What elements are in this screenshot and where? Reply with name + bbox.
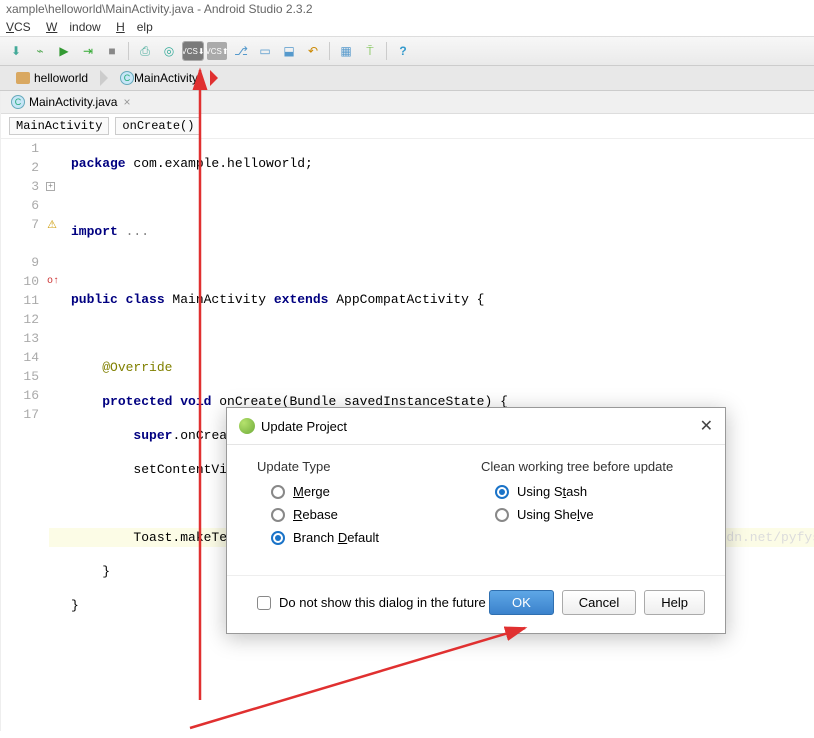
- radio-stash-label: Using Stash: [517, 484, 587, 499]
- separator-icon: [329, 42, 330, 60]
- line-number: 14: [1, 348, 39, 367]
- run-icon[interactable]: ▶: [54, 41, 74, 61]
- radio-using-shelve[interactable]: Using Shelve: [481, 507, 705, 522]
- toolbar: ⬇ ⌁ ▶ ⇥ ■ ⎙ ◎ VCS⬇ VCS⬆ ⎇ ▭ ⬓ ↶ ▦ ⍑ ?: [0, 37, 814, 66]
- dialog-footer: Do not show this dialog in the future OK…: [227, 575, 725, 633]
- breadcrumb-file-label: MainActivity: [134, 71, 198, 85]
- line-number: 2: [1, 158, 39, 177]
- do-not-show-label: Do not show this dialog in the future: [279, 595, 486, 610]
- line-number: 11: [1, 291, 39, 310]
- line-number: [1, 234, 39, 253]
- help-button[interactable]: Help: [644, 590, 705, 615]
- java-class-icon: C: [11, 95, 25, 109]
- stop-icon[interactable]: ■: [102, 41, 122, 61]
- menu-vcs[interactable]: VCS: [6, 20, 31, 34]
- structure-breadcrumb: MainActivity onCreate(): [1, 114, 814, 139]
- line-number: 17: [1, 405, 39, 424]
- make-icon[interactable]: ⬇: [6, 41, 26, 61]
- menu-help[interactable]: Help: [116, 20, 153, 34]
- breadcrumb-folder-label: helloworld: [34, 71, 88, 85]
- do-not-show-checkbox[interactable]: Do not show this dialog in the future: [257, 595, 486, 610]
- menu-bar: VCS Window Help: [0, 18, 814, 37]
- window-title: xample\helloworld\MainActivity.java - An…: [0, 0, 814, 18]
- line-gutter: 1 2 3+ 6 7⚠ 9 10o↑ 11 12 13 14 15 16 17: [1, 139, 49, 679]
- checkbox-unchecked-icon: [257, 596, 271, 610]
- line-number: 10o↑: [1, 272, 39, 291]
- update-type-group: Update Type Merge Rebase Branch Default: [257, 459, 481, 553]
- ok-button[interactable]: OK: [489, 590, 554, 615]
- update-type-label: Update Type: [257, 459, 481, 474]
- separator-icon: [128, 42, 129, 60]
- radio-icon: [271, 485, 285, 499]
- line-number: 15: [1, 367, 39, 386]
- line-number: 3+: [1, 177, 39, 196]
- vcs-commit-icon[interactable]: VCS⬆: [207, 42, 227, 60]
- radio-branch-default-label: Branch Default: [293, 530, 379, 545]
- radio-using-stash[interactable]: Using Stash: [481, 484, 705, 499]
- folder-icon: [16, 72, 30, 84]
- editor-tab[interactable]: C MainActivity.java ×: [1, 91, 814, 114]
- line-number: 7⚠: [1, 215, 39, 234]
- sdk-icon[interactable]: ⬓: [279, 41, 299, 61]
- dialog-titlebar: Update Project ✕: [227, 408, 725, 445]
- chevron-right-icon: [210, 70, 218, 86]
- sync-icon[interactable]: ◎: [159, 41, 179, 61]
- android-icon[interactable]: ⍑: [360, 41, 380, 61]
- line-number: 9: [1, 253, 39, 272]
- clean-tree-group: Clean working tree before update Using S…: [481, 459, 705, 553]
- radio-merge[interactable]: Merge: [257, 484, 481, 499]
- separator-icon: [386, 42, 387, 60]
- cancel-button[interactable]: Cancel: [562, 590, 636, 615]
- breadcrumb-file[interactable]: C MainActivity: [112, 69, 206, 87]
- avd-icon[interactable]: ▭: [255, 41, 275, 61]
- fold-icon[interactable]: +: [46, 182, 55, 191]
- close-icon[interactable]: ×: [123, 95, 130, 109]
- dialog-app-icon: [239, 418, 255, 434]
- layout-icon[interactable]: ▦: [336, 41, 356, 61]
- nav-crumb-method[interactable]: onCreate(): [115, 117, 201, 135]
- line-number: 1: [1, 139, 39, 158]
- line-number: 16: [1, 386, 39, 405]
- radio-checked-icon: [495, 485, 509, 499]
- menu-window[interactable]: Window: [46, 20, 101, 34]
- dialog-title-text: Update Project: [261, 419, 347, 434]
- line-number: 6: [1, 196, 39, 215]
- java-class-icon: C: [120, 71, 134, 85]
- radio-checked-icon: [271, 531, 285, 545]
- profile-icon[interactable]: ⇥: [78, 41, 98, 61]
- breadcrumb: helloworld C MainActivity: [0, 66, 814, 91]
- debug-icon[interactable]: ⌁: [30, 41, 50, 61]
- editor-tab-label: MainActivity.java: [29, 95, 117, 109]
- clean-tree-label: Clean working tree before update: [481, 459, 705, 474]
- breadcrumb-folder[interactable]: helloworld: [8, 69, 96, 87]
- line-number: 12: [1, 310, 39, 329]
- warning-icon: ⚠: [47, 217, 57, 236]
- radio-icon: [495, 508, 509, 522]
- update-project-dialog: Update Project ✕ Update Type Merge Rebas…: [226, 407, 726, 634]
- radio-merge-label: Merge: [293, 484, 330, 499]
- close-icon[interactable]: ✕: [700, 416, 713, 436]
- radio-rebase-label: Rebase: [293, 507, 338, 522]
- radio-rebase[interactable]: Rebase: [257, 507, 481, 522]
- override-icon[interactable]: o↑: [47, 272, 59, 291]
- attach-icon[interactable]: ⎙: [135, 41, 155, 61]
- help-icon[interactable]: ?: [393, 41, 413, 61]
- nav-crumb-class[interactable]: MainActivity: [9, 117, 109, 135]
- vcs-update-icon[interactable]: VCS⬇: [183, 42, 203, 60]
- radio-icon: [271, 508, 285, 522]
- dialog-body: Update Type Merge Rebase Branch Default …: [227, 445, 725, 561]
- radio-branch-default[interactable]: Branch Default: [257, 530, 481, 545]
- radio-shelve-label: Using Shelve: [517, 507, 594, 522]
- chevron-right-icon: [100, 70, 108, 86]
- branch-icon[interactable]: ⎇: [231, 41, 251, 61]
- undo-icon[interactable]: ↶: [303, 41, 323, 61]
- line-number: 13: [1, 329, 39, 348]
